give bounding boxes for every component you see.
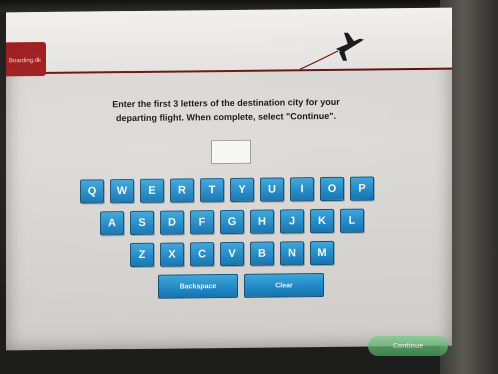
key-w[interactable]: W: [110, 178, 134, 204]
key-n[interactable]: N: [280, 241, 304, 266]
key-d[interactable]: D: [160, 210, 184, 235]
key-v[interactable]: V: [220, 241, 244, 267]
key-r[interactable]: R: [170, 178, 194, 203]
kiosk-screen: Boarding.dk Enter the first 3 letters of…: [6, 7, 452, 351]
key-i[interactable]: I: [290, 177, 314, 202]
instruction-line-2: departing flight. When complete, select …: [115, 110, 337, 124]
key-a[interactable]: A: [100, 211, 124, 236]
key-x[interactable]: X: [160, 242, 184, 267]
key-s[interactable]: S: [130, 210, 154, 236]
city-code-input[interactable]: [211, 139, 251, 165]
key-m[interactable]: M: [310, 240, 334, 266]
key-t[interactable]: T: [200, 178, 224, 203]
key-k[interactable]: K: [310, 208, 334, 234]
key-o[interactable]: O: [320, 176, 344, 202]
key-q[interactable]: Q: [80, 179, 104, 204]
continue-button[interactable]: Continue: [368, 336, 448, 356]
key-y[interactable]: Y: [230, 177, 254, 202]
airplane-icon: [299, 32, 364, 70]
clear-button[interactable]: Clear: [244, 273, 324, 298]
key-p[interactable]: P: [350, 176, 374, 201]
key-c[interactable]: C: [190, 242, 214, 267]
key-f[interactable]: F: [190, 210, 214, 235]
key-z[interactable]: Z: [130, 242, 154, 268]
brand-text: Boarding.dk: [9, 57, 42, 65]
key-h[interactable]: H: [250, 209, 274, 234]
backspace-button[interactable]: Backspace: [158, 273, 238, 299]
key-e[interactable]: E: [140, 178, 164, 203]
instruction-text: Enter the first 3 letters of the destina…: [56, 94, 396, 126]
key-u[interactable]: U: [260, 177, 284, 202]
key-g[interactable]: G: [220, 209, 244, 235]
key-j[interactable]: J: [280, 209, 304, 234]
header-bar: Boarding.dk: [6, 7, 452, 77]
key-b[interactable]: B: [250, 241, 274, 266]
brand-logo: Boarding.dk: [6, 41, 46, 77]
key-l[interactable]: L: [340, 208, 364, 233]
